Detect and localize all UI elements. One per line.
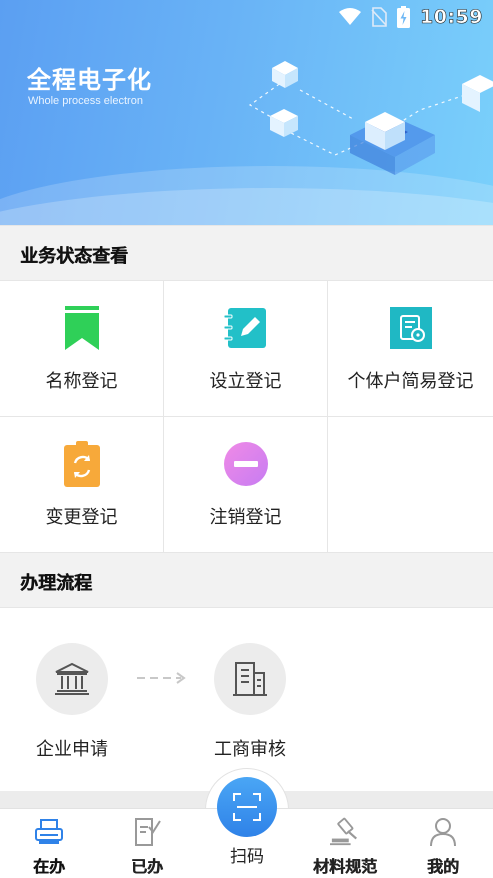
grid-item-label: 名称登记 [45,371,118,392]
no-sim-icon [371,7,387,27]
grid-item-cancellation-registration[interactable]: 注销登记 [164,417,328,553]
person-icon [428,817,458,847]
tab-in-progress[interactable]: 在办 [0,809,98,878]
process-step-label: 企业申请 [36,739,108,760]
process-step-business-review[interactable]: 工商审核 [190,643,310,761]
banner[interactable]: 10:59 全程电子化 Whole process electron [0,0,493,226]
tab-material-standards[interactable]: 材料规范 [296,809,394,878]
office-building-icon [214,643,286,715]
tab-completed[interactable]: 已办 [98,809,196,878]
battery-charging-icon [397,6,411,28]
clipboard-refresh-icon [59,441,105,487]
wifi-icon [339,8,362,25]
bookmark-icon [59,305,105,351]
tab-label: 在办 [32,857,65,876]
section-header-business-status: 业务状态查看 [0,225,493,281]
document-settings-icon [388,305,434,351]
minus-circle-icon [223,441,269,487]
printer-icon [34,817,64,847]
grid-item-empty [328,417,493,553]
grid-item-individual-simple-registration[interactable]: 个体户简易登记 [328,281,493,417]
tab-label: 已办 [130,857,163,876]
grid-item-label: 注销登记 [209,507,282,528]
gavel-icon [330,817,360,847]
bank-building-icon [36,643,108,715]
section-title: 业务状态查看 [20,246,128,267]
section-title: 办理流程 [20,573,92,594]
grid-item-label: 变更登记 [45,507,118,528]
process-step-enterprise-application[interactable]: 企业申请 [12,643,132,761]
business-status-grid: 名称登记 设立登记 个体户简易登记 变更登记 注销登记 [0,281,493,553]
grid-item-label: 个体户简易登记 [347,371,474,392]
banner-title: 全程电子化 [27,66,152,94]
grid-item-change-registration[interactable]: 变更登记 [0,417,164,553]
status-time: 10:59 [420,6,483,29]
process-step-label: 工商审核 [214,739,286,760]
grid-item-establishment-registration[interactable]: 设立登记 [164,281,328,417]
notebook-edit-icon [223,305,269,351]
checked-doc-icon [132,817,162,847]
scan-label[interactable]: 扫码 [197,842,297,867]
scan-button[interactable] [217,777,277,837]
process-flow: 企业申请 工商审核 [0,608,493,791]
scan-icon [233,793,261,821]
isometric-cubes-illustration [248,61,493,175]
banner-subtitle: Whole process electron [28,95,143,107]
grid-item-label: 设立登记 [209,371,282,392]
tab-label: 材料规范 [312,857,377,876]
section-header-process: 办理流程 [0,552,493,608]
tab-mine[interactable]: 我的 [394,809,492,878]
tab-label: 我的 [426,857,459,876]
dashed-arrow-icon [137,672,186,684]
status-bar: 10:59 [339,5,483,29]
grid-item-name-registration[interactable]: 名称登记 [0,281,164,417]
